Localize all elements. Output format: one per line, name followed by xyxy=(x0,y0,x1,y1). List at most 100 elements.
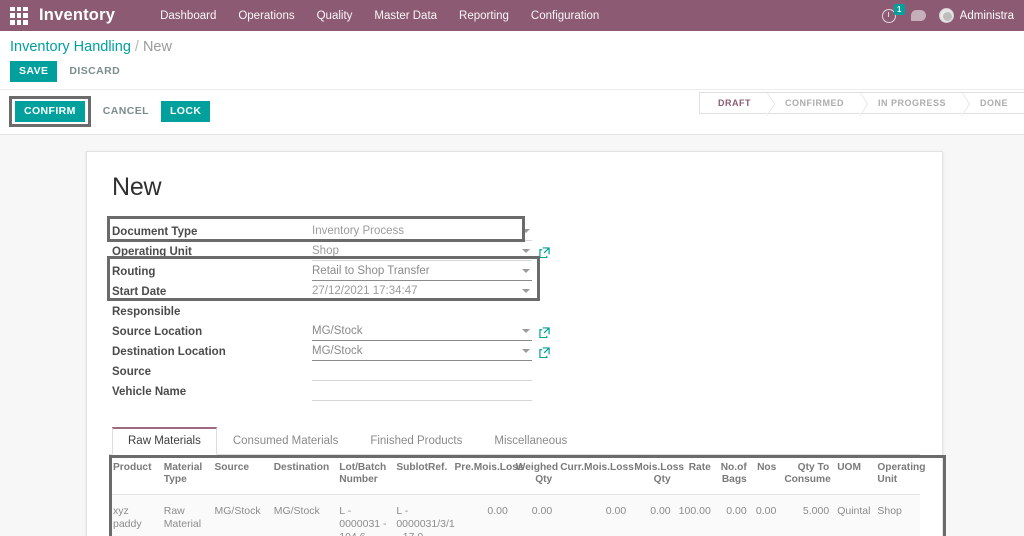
col-header-material-type[interactable]: Material Type xyxy=(159,455,211,495)
input-destination-location[interactable]: MG/Stock xyxy=(312,344,550,361)
menu-item-reporting[interactable]: Reporting xyxy=(448,2,520,30)
confirm-button-highlight: CONFIRM xyxy=(9,96,91,127)
breadcrumb-current: New xyxy=(142,39,172,55)
cell-source: MG/Stock xyxy=(210,494,270,536)
user-avatar-icon xyxy=(938,8,954,23)
sheet-area: New Document Type Inventory Process Oper… xyxy=(0,135,1024,536)
cell-no-of-bags: 0.00 xyxy=(714,494,751,536)
col-header-weighed-qty[interactable]: Weighed Qty xyxy=(511,455,558,495)
col-header-uom[interactable]: UOM xyxy=(833,455,874,495)
cell-weighed-qty: 0.00 xyxy=(511,494,557,536)
table-header-row: Product Material Type Source Destination… xyxy=(109,455,925,495)
col-header-rate[interactable]: Rate xyxy=(674,455,715,495)
clock-activity-icon[interactable]: 1 xyxy=(881,3,905,24)
field-row-operating-unit: Operating Unit Shop xyxy=(112,241,550,261)
input-source-location[interactable]: MG/Stock xyxy=(312,324,550,341)
internal-link-icon[interactable] xyxy=(539,347,550,358)
user-menu[interactable]: Administra xyxy=(938,8,1014,23)
cell-qty-to-consume: 5.000 xyxy=(780,494,834,536)
menu-item-dashboard[interactable]: Dashboard xyxy=(149,2,227,30)
field-row-responsible: Responsible xyxy=(112,301,532,321)
cell-lot-batch-number: L - 0000031 - 194.6 xyxy=(335,494,393,536)
menu-item-configuration[interactable]: Configuration xyxy=(520,2,610,30)
menu-item-operations[interactable]: Operations xyxy=(227,2,305,30)
internal-link-icon[interactable] xyxy=(539,327,550,338)
breadcrumb-root-link[interactable]: Inventory Handling xyxy=(10,39,131,55)
chevron-down-icon[interactable] xyxy=(522,289,530,293)
tab-miscellaneous[interactable]: Miscellaneous xyxy=(478,427,583,455)
action-button-row: CONFIRM CANCEL LOCK DRAFT CONFIRMED IN P… xyxy=(0,89,1024,134)
col-header-operating-unit[interactable]: Operating Unit xyxy=(873,455,925,495)
field-row-start-date: Start Date 27/12/2021 17:34:47 xyxy=(112,281,532,301)
col-header-lot-batch-number[interactable]: Lot/Batch Number xyxy=(335,455,393,495)
chevron-down-icon[interactable] xyxy=(522,329,530,333)
app-brand-inventory[interactable]: Inventory xyxy=(39,6,115,25)
page-title: New xyxy=(112,173,162,201)
input-operating-unit[interactable]: Shop xyxy=(312,244,550,261)
internal-link-icon[interactable] xyxy=(539,247,550,258)
col-header-curr-mois-loss[interactable]: Curr.Mois.Loss xyxy=(556,455,634,495)
cell-mois-loss-qty: 0.00 xyxy=(630,494,675,536)
label-routing: Routing xyxy=(112,266,156,278)
lock-button[interactable]: LOCK xyxy=(160,101,211,122)
breadcrumb: Inventory Handling / New xyxy=(0,31,1024,56)
materials-table-zone: Product Material Type Source Destination… xyxy=(109,455,946,536)
input-responsible[interactable] xyxy=(312,304,532,321)
field-row-source: Source xyxy=(112,361,532,381)
col-header-sublot-ref[interactable]: SublotRef. xyxy=(392,455,451,495)
tab-raw-materials[interactable]: Raw Materials xyxy=(112,427,217,455)
menu-item-quality[interactable]: Quality xyxy=(306,2,364,30)
chat-bubble-icon[interactable] xyxy=(910,10,926,21)
form-field-group: Document Type Inventory Process Operatin… xyxy=(107,216,550,401)
chevron-down-icon[interactable] xyxy=(522,249,530,253)
save-button[interactable]: SAVE xyxy=(10,61,58,82)
col-header-nos[interactable]: Nos xyxy=(750,455,781,495)
label-responsible: Responsible xyxy=(112,306,181,318)
status-step-confirmed[interactable]: CONFIRMED xyxy=(766,92,868,116)
col-header-pre-mois-loss[interactable]: Pre.Mois.Loss xyxy=(450,455,524,495)
input-start-date[interactable]: 27/12/2021 17:34:47 xyxy=(312,284,532,301)
chevron-down-icon[interactable] xyxy=(522,269,530,273)
col-header-destination[interactable]: Destination xyxy=(269,455,336,495)
col-header-source[interactable]: Source xyxy=(210,455,270,495)
col-header-no-of-bags[interactable]: No.of Bags xyxy=(714,455,751,495)
input-vehicle-name[interactable] xyxy=(312,384,532,401)
tab-consumed-materials[interactable]: Consumed Materials xyxy=(217,427,354,455)
activity-count-badge: 1 xyxy=(893,3,905,15)
value-source-location: MG/Stock xyxy=(312,325,363,337)
tab-finished-products[interactable]: Finished Products xyxy=(354,427,478,455)
col-header-mois-loss-qty[interactable]: Mois.Loss Qty xyxy=(630,455,684,495)
cancel-button[interactable]: CANCEL xyxy=(99,101,153,122)
discard-button[interactable]: DISCARD xyxy=(65,61,124,82)
apps-grid-icon[interactable] xyxy=(10,6,28,25)
table-row[interactable]: xyz paddy Raw Material MG/Stock MG/Stock… xyxy=(109,494,920,536)
edit-button-row: SAVE DISCARD xyxy=(0,56,1024,89)
cell-sublot-ref: L - 0000031/3/1 - 17.0 xyxy=(392,494,455,536)
value-start-date: 27/12/2021 17:34:47 xyxy=(312,285,418,297)
chevron-down-icon[interactable] xyxy=(522,349,530,353)
cell-material-type: Raw Material xyxy=(159,494,211,536)
field-row-destination-location: Destination Location MG/Stock xyxy=(112,341,550,361)
status-step-done[interactable]: DONE xyxy=(961,92,1024,114)
status-step-draft[interactable]: DRAFT xyxy=(698,92,775,116)
input-routing[interactable]: Retail to Shop Transfer xyxy=(312,264,532,281)
input-document-type[interactable]: Inventory Process xyxy=(312,224,532,241)
cell-nos: 0.00 xyxy=(750,494,781,536)
cell-curr-mois-loss: 0.00 xyxy=(556,494,631,536)
status-bar: DRAFT CONFIRMED IN PROGRESS DONE xyxy=(698,92,1024,116)
breadcrumb-separator: / xyxy=(134,39,139,55)
chevron-down-icon[interactable] xyxy=(522,229,530,233)
status-step-in-progress[interactable]: IN PROGRESS xyxy=(859,92,971,116)
raw-materials-table: Product Material Type Source Destination… xyxy=(109,455,925,536)
col-header-product[interactable]: Product xyxy=(109,455,160,495)
input-source[interactable] xyxy=(312,364,532,381)
label-document-type: Document Type xyxy=(112,226,198,238)
notebook: Raw Materials Consumed Materials Finishe… xyxy=(109,427,946,536)
col-header-qty-to-consume[interactable]: Qty To Consume xyxy=(780,455,834,495)
form-sheet: New Document Type Inventory Process Oper… xyxy=(86,151,946,536)
label-source: Source xyxy=(112,366,151,378)
value-operating-unit: Shop xyxy=(312,245,339,257)
cell-uom: Quintal xyxy=(833,494,874,536)
menu-item-master-data[interactable]: Master Data xyxy=(363,2,448,30)
confirm-button[interactable]: CONFIRM xyxy=(15,101,85,122)
